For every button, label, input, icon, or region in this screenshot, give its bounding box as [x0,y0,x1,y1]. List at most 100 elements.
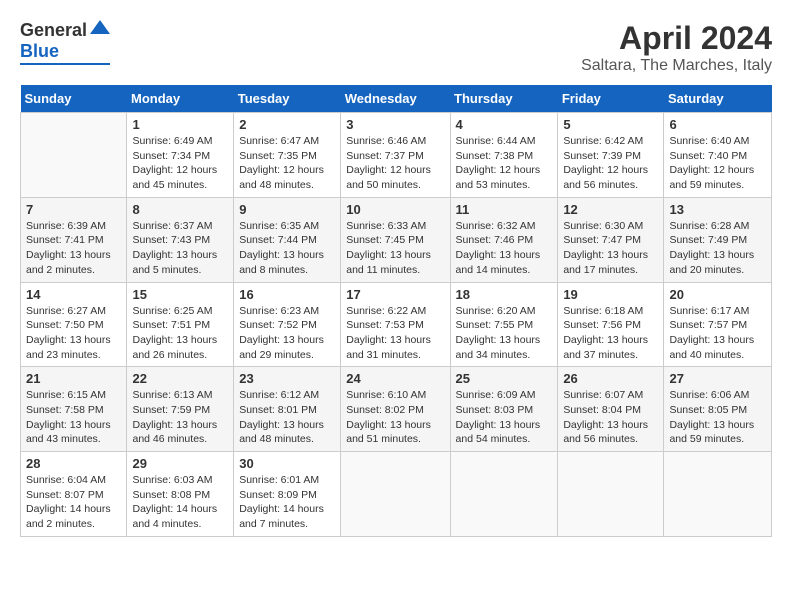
calendar-day-cell: 21 Sunrise: 6:15 AM Sunset: 7:58 PM Dayli… [21,367,127,452]
calendar-day-cell: 18 Sunrise: 6:20 AM Sunset: 7:55 PM Dayli… [450,282,558,367]
day-info: Sunrise: 6:07 AM Sunset: 8:04 PM Dayligh… [563,388,658,447]
logo-chevron-icon [90,20,110,34]
day-info: Sunrise: 6:06 AM Sunset: 8:05 PM Dayligh… [669,388,766,447]
day-number: 6 [669,117,766,132]
day-number: 27 [669,371,766,386]
calendar-day-cell: 14Sunrise: 6:27 AM Sunset: 7:50 PM Dayli… [21,282,127,367]
day-info: Sunrise: 6:42 AM Sunset: 7:39 PM Dayligh… [563,134,658,193]
day-number: 18 [456,287,553,302]
day-number: 5 [563,117,658,132]
logo-underline [20,63,110,65]
day-info: Sunrise: 6:46 AM Sunset: 7:37 PM Dayligh… [346,134,444,193]
day-info: Sunrise: 6:23 AM Sunset: 7:52 PM Dayligh… [239,304,335,363]
day-info: Sunrise: 6:18 AM Sunset: 7:56 PM Dayligh… [563,304,658,363]
calendar-day-cell: 27 Sunrise: 6:06 AM Sunset: 8:05 PM Dayli… [664,367,772,452]
calendar-day-cell: 20Sunrise: 6:17 AM Sunset: 7:57 PM Dayli… [664,282,772,367]
calendar-day-cell: 2 Sunrise: 6:47 AM Sunset: 7:35 PM Daylig… [234,113,341,198]
day-number: 28 [26,456,121,471]
day-info: Sunrise: 6:40 AM Sunset: 7:40 PM Dayligh… [669,134,766,193]
day-number: 20 [669,287,766,302]
day-info: Sunrise: 6:10 AM Sunset: 8:02 PM Dayligh… [346,388,444,447]
day-number: 15 [132,287,228,302]
calendar-day-cell: 5 Sunrise: 6:42 AM Sunset: 7:39 PM Daylig… [558,113,664,198]
day-number: 9 [239,202,335,217]
day-info: Sunrise: 6:30 AM Sunset: 7:47 PM Dayligh… [563,219,658,278]
calendar-day-cell: 10 Sunrise: 6:33 AM Sunset: 7:45 PM Dayli… [341,197,450,282]
calendar-day-cell: 17 Sunrise: 6:22 AM Sunset: 7:53 PM Dayli… [341,282,450,367]
calendar-week-row: 21 Sunrise: 6:15 AM Sunset: 7:58 PM Dayli… [21,367,772,452]
day-number: 21 [26,371,121,386]
day-number: 1 [132,117,228,132]
day-info: Sunrise: 6:20 AM Sunset: 7:55 PM Dayligh… [456,304,553,363]
calendar-day-header: Sunday [21,85,127,113]
calendar-day-cell: 19 Sunrise: 6:18 AM Sunset: 7:56 PM Dayli… [558,282,664,367]
calendar-day-cell: 15Sunrise: 6:25 AM Sunset: 7:51 PM Dayli… [127,282,234,367]
calendar-week-row: 28 Sunrise: 6:04 AM Sunset: 8:07 PM Dayli… [21,452,772,537]
calendar-day-cell: 23 Sunrise: 6:12 AM Sunset: 8:01 PM Dayli… [234,367,341,452]
day-info: Sunrise: 6:15 AM Sunset: 7:58 PM Dayligh… [26,388,121,447]
page-title: April 2024 [581,20,772,57]
day-info: Sunrise: 6:39 AM Sunset: 7:41 PM Dayligh… [26,219,121,278]
calendar-day-cell [21,113,127,198]
calendar-day-header: Wednesday [341,85,450,113]
calendar-day-cell: 8 Sunrise: 6:37 AM Sunset: 7:43 PM Daylig… [127,197,234,282]
calendar-day-cell: 22Sunrise: 6:13 AM Sunset: 7:59 PM Dayli… [127,367,234,452]
calendar-day-cell: 29 Sunrise: 6:03 AM Sunset: 8:08 PM Dayli… [127,452,234,537]
day-info: Sunrise: 6:22 AM Sunset: 7:53 PM Dayligh… [346,304,444,363]
day-info: Sunrise: 6:33 AM Sunset: 7:45 PM Dayligh… [346,219,444,278]
title-section: April 2024 Saltara, The Marches, Italy [581,20,772,75]
calendar-table: SundayMondayTuesdayWednesdayThursdayFrid… [20,85,772,537]
day-info: Sunrise: 6:13 AM Sunset: 7:59 PM Dayligh… [132,388,228,447]
day-number: 4 [456,117,553,132]
day-number: 30 [239,456,335,471]
day-info: Sunrise: 6:28 AM Sunset: 7:49 PM Dayligh… [669,219,766,278]
calendar-day-cell: 30 Sunrise: 6:01 AM Sunset: 8:09 PM Dayli… [234,452,341,537]
day-info: Sunrise: 6:03 AM Sunset: 8:08 PM Dayligh… [132,473,228,532]
day-info: Sunrise: 6:12 AM Sunset: 8:01 PM Dayligh… [239,388,335,447]
calendar-day-cell: 13Sunrise: 6:28 AM Sunset: 7:49 PM Dayli… [664,197,772,282]
day-number: 25 [456,371,553,386]
day-number: 16 [239,287,335,302]
day-info: Sunrise: 6:04 AM Sunset: 8:07 PM Dayligh… [26,473,121,532]
day-number: 14 [26,287,121,302]
calendar-day-cell: 4 Sunrise: 6:44 AM Sunset: 7:38 PM Daylig… [450,113,558,198]
day-info: Sunrise: 6:49 AM Sunset: 7:34 PM Dayligh… [132,134,228,193]
calendar-day-header: Saturday [664,85,772,113]
calendar-day-cell: 1 Sunrise: 6:49 AM Sunset: 7:34 PM Daylig… [127,113,234,198]
calendar-day-cell: 24 Sunrise: 6:10 AM Sunset: 8:02 PM Dayli… [341,367,450,452]
day-number: 26 [563,371,658,386]
day-number: 29 [132,456,228,471]
day-number: 23 [239,371,335,386]
logo: General Blue [20,20,110,65]
day-number: 2 [239,117,335,132]
calendar-day-cell [558,452,664,537]
calendar-header-row: SundayMondayTuesdayWednesdayThursdayFrid… [21,85,772,113]
day-number: 8 [132,202,228,217]
calendar-day-cell: 16 Sunrise: 6:23 AM Sunset: 7:52 PM Dayli… [234,282,341,367]
day-info: Sunrise: 6:01 AM Sunset: 8:09 PM Dayligh… [239,473,335,532]
day-info: Sunrise: 6:44 AM Sunset: 7:38 PM Dayligh… [456,134,553,193]
day-info: Sunrise: 6:09 AM Sunset: 8:03 PM Dayligh… [456,388,553,447]
calendar-day-cell: 25 Sunrise: 6:09 AM Sunset: 8:03 PM Dayli… [450,367,558,452]
calendar-day-cell: 3 Sunrise: 6:46 AM Sunset: 7:37 PM Daylig… [341,113,450,198]
calendar-day-cell [450,452,558,537]
logo-blue-text: Blue [20,41,59,62]
day-number: 19 [563,287,658,302]
calendar-day-header: Tuesday [234,85,341,113]
calendar-day-cell: 9Sunrise: 6:35 AM Sunset: 7:44 PM Daylig… [234,197,341,282]
day-number: 3 [346,117,444,132]
calendar-week-row: 14Sunrise: 6:27 AM Sunset: 7:50 PM Dayli… [21,282,772,367]
day-number: 7 [26,202,121,217]
calendar-day-header: Thursday [450,85,558,113]
day-number: 12 [563,202,658,217]
calendar-day-cell: 26 Sunrise: 6:07 AM Sunset: 8:04 PM Dayli… [558,367,664,452]
day-info: Sunrise: 6:47 AM Sunset: 7:35 PM Dayligh… [239,134,335,193]
day-number: 10 [346,202,444,217]
calendar-day-cell [664,452,772,537]
day-number: 17 [346,287,444,302]
calendar-day-cell: 11Sunrise: 6:32 AM Sunset: 7:46 PM Dayli… [450,197,558,282]
day-number: 24 [346,371,444,386]
logo-general-text: General [20,20,87,41]
calendar-week-row: 1 Sunrise: 6:49 AM Sunset: 7:34 PM Daylig… [21,113,772,198]
day-info: Sunrise: 6:37 AM Sunset: 7:43 PM Dayligh… [132,219,228,278]
